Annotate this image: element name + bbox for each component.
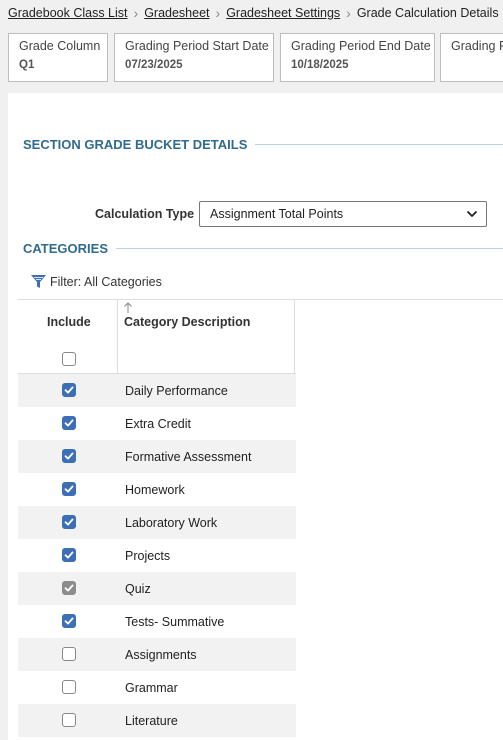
include-checkbox[interactable] xyxy=(62,482,76,496)
table-row: Quiz xyxy=(18,572,296,605)
category-description: Extra Credit xyxy=(125,417,191,431)
tile-grade-column: Grade Column Q1 xyxy=(8,33,108,82)
divider xyxy=(116,248,503,249)
select-all-checkbox[interactable] xyxy=(62,352,76,366)
chevron-right-icon: › xyxy=(215,5,221,21)
tile-value: 07/23/2025 xyxy=(125,59,183,71)
tile-value: 10/18/2025 xyxy=(291,59,349,71)
checkmark-icon xyxy=(64,551,74,559)
info-tiles: Grade Column Q1 Grading Period Start Dat… xyxy=(8,33,503,83)
category-description: Grammar xyxy=(125,681,178,695)
tile-start-date: Grading Period Start Date 07/23/2025 xyxy=(114,33,274,82)
table-row: Assignments xyxy=(18,638,296,671)
category-description: Tests- Summative xyxy=(125,615,225,629)
table-row: Grammar xyxy=(18,671,296,704)
breadcrumb-gradesheet[interactable]: Gradesheet xyxy=(144,6,209,20)
table-row: Daily Performance xyxy=(18,374,296,407)
breadcrumb-gradesheet-settings[interactable]: Gradesheet Settings xyxy=(226,6,340,20)
section-grade-bucket-header: SECTION GRADE BUCKET DETAILS xyxy=(23,137,503,152)
include-checkbox[interactable] xyxy=(62,614,76,628)
section-title: SECTION GRADE BUCKET DETAILS xyxy=(23,137,248,152)
category-filter[interactable]: Filter: All Categories xyxy=(30,273,162,290)
chevron-right-icon: › xyxy=(133,5,139,21)
include-checkbox[interactable] xyxy=(62,680,76,694)
breadcrumb-gradebook-class-list[interactable]: Gradebook Class List xyxy=(8,6,128,20)
category-description: Quiz xyxy=(125,582,151,596)
description-header-label: Category Description xyxy=(124,315,251,329)
tile-value: Q1 xyxy=(19,59,35,71)
chevron-down-icon xyxy=(467,211,477,217)
table-row: Tests- Summative xyxy=(18,605,296,638)
main-panel: SECTION GRADE BUCKET DETAILS Calculation… xyxy=(8,93,503,740)
filter-icon xyxy=(31,275,46,288)
calculation-type-select[interactable]: Assignment Total Points xyxy=(199,201,487,227)
tile-label: Grade Column xyxy=(19,39,101,53)
categories-table: Include Category Description Daily Perfo… xyxy=(18,300,296,737)
include-checkbox xyxy=(62,581,76,595)
categories-header: CATEGORIES xyxy=(23,241,503,256)
tile-label: Grading P xyxy=(451,39,503,53)
include-checkbox[interactable] xyxy=(62,416,76,430)
include-column-header: Include xyxy=(18,300,118,374)
include-header-label: Include xyxy=(47,315,91,329)
table-row: Extra Credit xyxy=(18,407,296,440)
calculation-type-row: Calculation Type Assignment Total Points xyxy=(8,201,503,227)
divider xyxy=(255,144,503,145)
table-row: Homework xyxy=(18,473,296,506)
include-checkbox[interactable] xyxy=(62,647,76,661)
category-description: Assignments xyxy=(125,648,197,662)
calculation-type-label: Calculation Type xyxy=(95,207,195,221)
include-checkbox[interactable] xyxy=(62,383,76,397)
table-header: Include Category Description xyxy=(18,300,296,374)
category-description: Literature xyxy=(125,714,178,728)
sort-arrow-up-icon xyxy=(124,302,132,313)
checkmark-icon xyxy=(64,584,74,592)
include-checkbox[interactable] xyxy=(62,449,76,463)
breadcrumb: Gradebook Class List › Gradesheet › Grad… xyxy=(8,5,499,21)
checkmark-icon xyxy=(64,452,74,460)
calculation-type-value: Assignment Total Points xyxy=(210,207,344,221)
table-row: Formative Assessment xyxy=(18,440,296,473)
category-description: Formative Assessment xyxy=(125,450,252,464)
category-description: Daily Performance xyxy=(125,384,228,398)
section-title: CATEGORIES xyxy=(23,241,108,256)
table-row: Projects xyxy=(18,539,296,572)
checkmark-icon xyxy=(64,518,74,526)
checkmark-icon xyxy=(64,485,74,493)
description-column-header[interactable]: Category Description xyxy=(118,300,295,374)
category-description: Laboratory Work xyxy=(125,516,218,530)
category-description: Projects xyxy=(125,549,171,563)
include-checkbox[interactable] xyxy=(62,515,76,529)
table-body: Daily Performance Extra Credit Formative A… xyxy=(18,374,296,737)
tile-label: Grading Period Start Date xyxy=(125,39,269,53)
table-row: Literature xyxy=(18,704,296,737)
category-description: Homework xyxy=(125,483,185,497)
chevron-right-icon: › xyxy=(346,5,351,21)
tile-grading-period: Grading P xyxy=(440,33,503,82)
checkmark-icon xyxy=(64,617,74,625)
tile-label: Grading Period End Date xyxy=(291,39,431,53)
checkmark-icon xyxy=(64,419,74,427)
tile-end-date: Grading Period End Date 10/18/2025 xyxy=(280,33,435,82)
include-checkbox[interactable] xyxy=(62,548,76,562)
checkmark-icon xyxy=(64,386,74,394)
breadcrumb-current: Grade Calculation Details xyxy=(356,6,499,20)
filter-label: Filter: All Categories xyxy=(50,274,162,289)
include-checkbox[interactable] xyxy=(62,713,76,727)
table-row: Laboratory Work xyxy=(18,506,296,539)
